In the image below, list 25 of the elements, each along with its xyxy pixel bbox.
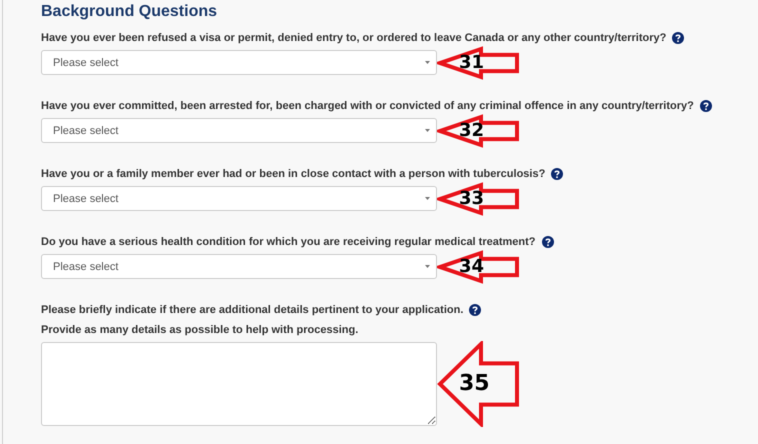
select-field[interactable]: Please select [41, 254, 437, 279]
help-icon[interactable] [551, 168, 564, 180]
question-label: Have you ever been refused a visa or permit, denied entry to, or ordered to leave Canada or any other country/territory? [41, 32, 666, 44]
help-icon[interactable] [700, 100, 712, 112]
caret-icon [425, 265, 430, 268]
select-field[interactable]: Please select [41, 186, 437, 211]
help-icon[interactable] [672, 32, 684, 44]
section-title: Background Questions [41, 2, 218, 22]
select-field[interactable]: Please select [41, 50, 437, 75]
question-label: Have you ever committed, been arrested for, been charged with or convicted of any criminal offence in any country/territory? [41, 100, 694, 112]
callout-number: 33 [459, 190, 484, 208]
hint-text: Provide as many details as possible to help with processing. [41, 324, 358, 336]
callout-number: 34 [459, 258, 484, 276]
help-icon[interactable] [542, 236, 554, 248]
caret-icon [425, 197, 430, 200]
callout-number: 35 [459, 373, 490, 395]
question-label: Do you have a serious health condition for which you are receiving regular medical treatment? [41, 236, 536, 248]
caret-icon [425, 61, 430, 64]
select-field[interactable]: Please select [41, 118, 437, 143]
callout-number: 32 [459, 122, 484, 140]
callout-number: 31 [459, 54, 484, 72]
question-label: Please briefly indicate if there are additional details pertinent to your application. [41, 304, 464, 316]
caret-icon [425, 129, 430, 132]
question-label: Have you or a family member ever had or been in close contact with a person with tuberculosis? [41, 168, 546, 180]
help-icon[interactable] [469, 304, 482, 316]
